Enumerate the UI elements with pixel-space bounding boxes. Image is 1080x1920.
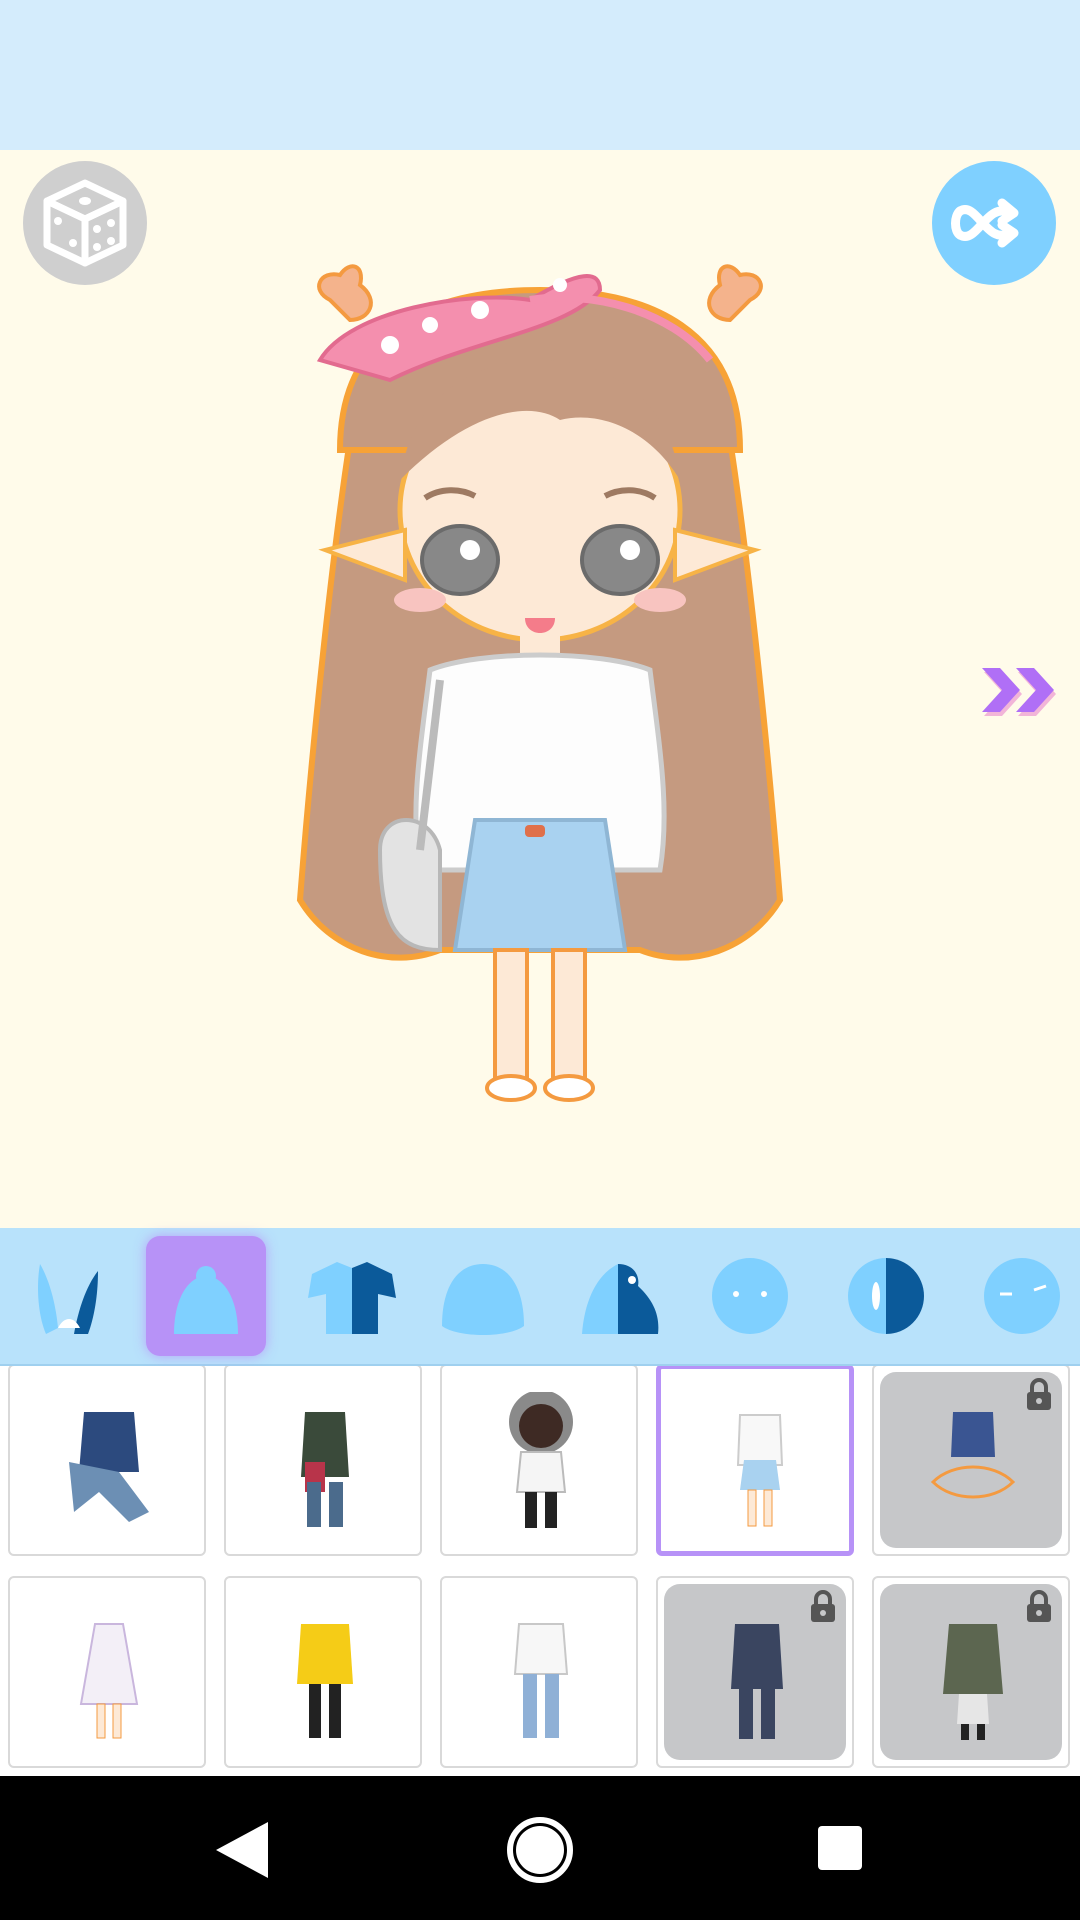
bunny-ears-icon bbox=[38, 1264, 98, 1334]
outfit-suit-icon bbox=[731, 1624, 783, 1739]
face-icon bbox=[712, 1258, 788, 1334]
dice-icon bbox=[43, 179, 127, 267]
outfit-plaid-jacket-icon bbox=[301, 1412, 349, 1527]
outfit-floral-dress-icon bbox=[79, 1623, 139, 1739]
outfit-tile-locked[interactable] bbox=[872, 1576, 1070, 1768]
outfit-white-top-jeans-icon bbox=[513, 1623, 569, 1738]
outfit-tile-locked[interactable] bbox=[656, 1576, 854, 1768]
outfit-wrap-coat-icon bbox=[943, 1624, 1003, 1740]
outfit-cardigan-skirt-icon bbox=[736, 1414, 784, 1527]
outfit-yellow-jacket-icon bbox=[297, 1624, 353, 1738]
home-circle-icon[interactable] bbox=[506, 1816, 574, 1884]
outfit-tile[interactable] bbox=[224, 1576, 422, 1768]
tab-half-face[interactable] bbox=[826, 1236, 946, 1356]
character-avatar bbox=[296, 264, 784, 1102]
outfit-tile[interactable] bbox=[224, 1366, 422, 1556]
outfit-tile[interactable] bbox=[8, 1576, 206, 1768]
back-triangle-icon[interactable] bbox=[212, 1818, 272, 1882]
outfit-tile-locked[interactable] bbox=[872, 1366, 1070, 1556]
half-face-icon bbox=[848, 1258, 924, 1334]
tab-shirt[interactable] bbox=[282, 1236, 402, 1356]
random-button[interactable] bbox=[23, 161, 147, 285]
double-chevron-right-icon[interactable] bbox=[978, 660, 1062, 720]
tab-face[interactable] bbox=[690, 1236, 810, 1356]
outfit-grid bbox=[0, 1366, 1080, 1776]
body-icon bbox=[174, 1266, 238, 1334]
eyes-face-icon bbox=[984, 1258, 1060, 1334]
lock-icon bbox=[811, 1590, 835, 1622]
hair-icon bbox=[442, 1264, 524, 1335]
outfit-hoodie-icon bbox=[509, 1392, 573, 1528]
tab-bunny-ears[interactable] bbox=[8, 1236, 128, 1356]
outfit-tile[interactable] bbox=[440, 1366, 638, 1556]
tab-hair[interactable] bbox=[418, 1236, 538, 1356]
outfit-tile-selected[interactable] bbox=[656, 1366, 854, 1556]
lock-icon bbox=[1027, 1590, 1051, 1622]
category-tab-bar bbox=[0, 1228, 1080, 1366]
shuffle-button[interactable] bbox=[932, 161, 1056, 285]
tab-side-hair[interactable] bbox=[554, 1236, 674, 1356]
recent-square-icon[interactable] bbox=[818, 1826, 862, 1870]
tab-body[interactable] bbox=[146, 1236, 266, 1356]
tab-eyes[interactable] bbox=[962, 1236, 1080, 1356]
shuffle-icon bbox=[951, 198, 1019, 248]
side-hair-icon bbox=[582, 1264, 659, 1334]
outfit-tile[interactable] bbox=[440, 1576, 638, 1768]
outfit-sitting-icon bbox=[930, 1412, 1016, 1499]
outfit-denim-jacket-icon bbox=[69, 1412, 149, 1522]
top-banner bbox=[0, 0, 1080, 150]
outfit-tile[interactable] bbox=[8, 1366, 206, 1556]
lock-icon bbox=[1027, 1378, 1051, 1410]
shirt-icon bbox=[308, 1262, 396, 1334]
